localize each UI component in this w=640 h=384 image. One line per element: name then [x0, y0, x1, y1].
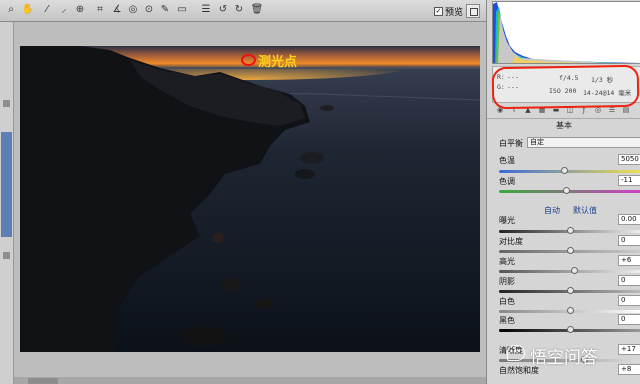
temperature-value[interactable]: 5050 [618, 154, 640, 165]
exposure-slider[interactable] [499, 227, 640, 234]
spot-removal-icon[interactable]: ◎ [126, 3, 140, 17]
hand-icon[interactable]: ✋ [21, 3, 35, 17]
metering-point-marker [241, 54, 256, 66]
exposure-thumb[interactable] [567, 227, 574, 234]
graduated-filter-icon[interactable]: ▭ [175, 3, 189, 17]
contrast-value[interactable]: 0 [618, 235, 640, 246]
shadows-slider[interactable] [499, 287, 640, 294]
tint-value[interactable]: -11 [618, 175, 640, 186]
whites-slider[interactable] [499, 307, 640, 314]
straighten-icon[interactable]: ∡ [110, 3, 124, 17]
shadows-value[interactable]: 0 [618, 275, 640, 286]
shadows-thumb[interactable] [567, 287, 574, 294]
histogram [492, 1, 640, 64]
snapshots-tab-icon[interactable]: ▤ [622, 106, 630, 114]
contrast-thumb[interactable] [567, 247, 574, 254]
highlights-slider[interactable] [499, 267, 640, 274]
fullscreen-icon[interactable] [466, 4, 480, 18]
section-title: 基本 [487, 118, 640, 131]
preview-label: 预览 [445, 7, 464, 18]
crop-icon[interactable]: ⌗ [93, 3, 107, 17]
zoom-icon[interactable]: ⌕ [4, 3, 18, 17]
exposure-value[interactable]: 0.00 [618, 214, 640, 225]
rotate-right-icon[interactable]: ↻ [232, 3, 246, 17]
filmstrip-marker [3, 252, 10, 259]
preview-image [20, 46, 480, 352]
color-sampler-icon[interactable]: ⸝ [57, 3, 71, 17]
red-eye-icon[interactable]: ⊙ [142, 3, 156, 17]
vibrance-value[interactable]: +8 [618, 364, 640, 375]
temperature-thumb[interactable] [561, 167, 568, 174]
target-adjust-icon[interactable]: ⊕ [73, 3, 87, 17]
filmstrip-marker [3, 100, 10, 107]
preview-checkbox[interactable]: ✓ [434, 6, 443, 16]
default-link[interactable]: 默认值 [573, 205, 597, 216]
contrast-slider[interactable] [499, 247, 640, 254]
adjustment-brush-icon[interactable]: ✎ [158, 3, 172, 17]
preview-toggle[interactable]: ✓ 预览 [434, 4, 463, 18]
toolbar: ⌕ ✋ ⁄ ⸝ ⊕ ⌗ ∡ ◎ ⊙ ✎ ▭ ☰ ↺ ↻ 🗑 ✓ 预览 [0, 0, 486, 22]
temperature-label: 色温 [499, 156, 515, 165]
highlights-thumb[interactable] [571, 267, 578, 274]
zoom-bar [14, 377, 486, 384]
preferences-icon[interactable]: ☰ [199, 3, 213, 17]
white-balance-label: 白平衡 [499, 139, 523, 148]
adjustment-panel: R: --- G: --- f/4.5 1/3 秒 ISO 200 14-24@… [486, 0, 640, 384]
tint-thumb[interactable] [563, 187, 570, 194]
image-canvas[interactable] [14, 22, 486, 384]
filmstrip-edge [0, 22, 14, 384]
blacks-slider[interactable] [499, 326, 640, 333]
tint-slider[interactable] [499, 187, 640, 194]
contrast-label: 对比度 [499, 237, 523, 246]
exposure-label: 曝光 [499, 216, 515, 225]
trash-icon[interactable]: 🗑 [250, 3, 264, 17]
temperature-slider[interactable] [499, 167, 640, 174]
blacks-value[interactable]: 0 [618, 314, 640, 325]
highlights-label: 高光 [499, 257, 515, 266]
whites-value[interactable]: 0 [618, 295, 640, 306]
white-balance-icon[interactable]: ⁄ [40, 3, 54, 17]
auto-link[interactable]: 自动 [544, 205, 560, 216]
whites-label: 白色 [499, 297, 515, 306]
blacks-label: 黑色 [499, 316, 515, 325]
shadows-label: 阴影 [499, 277, 515, 286]
metering-point-label: 测光点 [258, 55, 298, 70]
clarity-value[interactable]: +17 [618, 344, 640, 355]
whites-thumb[interactable] [567, 307, 574, 314]
rotate-left-icon[interactable]: ↺ [216, 3, 230, 17]
blacks-thumb[interactable] [567, 326, 574, 333]
white-balance-select[interactable]: 自定 [527, 137, 640, 148]
watermark-text: 悟空问答 [530, 348, 598, 368]
highlights-value[interactable]: +6 [618, 255, 640, 266]
filmstrip-selected-thumb[interactable] [1, 132, 12, 237]
tint-label: 色调 [499, 177, 515, 186]
red-annotation-circle [491, 64, 640, 110]
zoom-knob[interactable] [28, 378, 58, 384]
watermark-chat-icon [507, 345, 525, 361]
